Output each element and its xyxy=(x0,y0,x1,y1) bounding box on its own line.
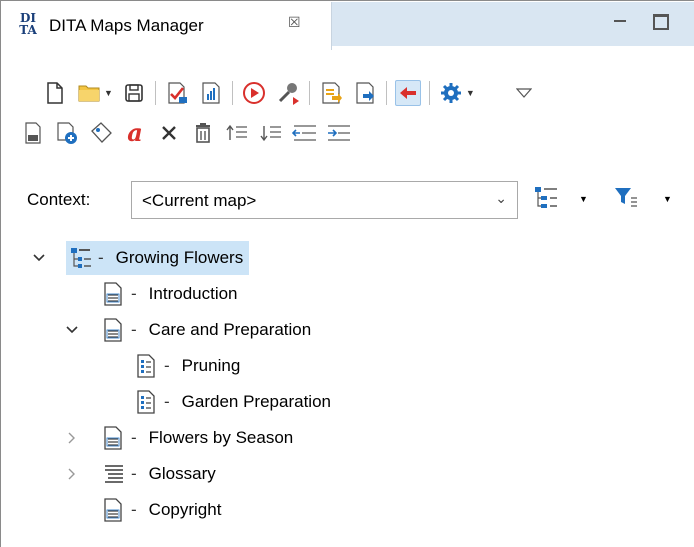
new-file-icon[interactable] xyxy=(42,80,68,106)
promote-icon[interactable] xyxy=(292,120,318,146)
toolbar: ▼ ▼ a xyxy=(2,67,694,147)
save-icon[interactable] xyxy=(121,80,147,106)
open-folder-icon[interactable] xyxy=(76,80,102,106)
context-label: Context: xyxy=(27,190,91,209)
tree-node[interactable]: - Glossary xyxy=(99,457,222,491)
node-separator: - xyxy=(131,428,137,447)
tab-title: DITA Maps Manager xyxy=(49,16,204,35)
node-separator: - xyxy=(131,464,137,483)
topic-icon xyxy=(103,318,125,342)
chevron-right-icon[interactable] xyxy=(65,467,79,481)
node-separator: - xyxy=(98,248,104,267)
validate-icon[interactable] xyxy=(164,80,190,106)
report-icon[interactable] xyxy=(198,80,224,106)
rename-icon[interactable]: a xyxy=(122,120,148,146)
tree-node[interactable]: - Introduction xyxy=(99,277,244,311)
topic-icon xyxy=(103,426,125,450)
tab-dita-maps-manager[interactable]: DI TA DITA Maps Manager ☒ xyxy=(2,2,332,50)
tree-node[interactable]: - Growing Flowers xyxy=(66,241,250,275)
tree-node-label: Glossary xyxy=(148,464,216,483)
topic-icon xyxy=(103,498,125,522)
demote-icon[interactable] xyxy=(326,120,352,146)
tree-node[interactable]: - Care and Preparation xyxy=(99,313,317,347)
tree-node[interactable]: - Copyright xyxy=(99,493,227,527)
tree-node[interactable]: - Pruning xyxy=(132,349,246,383)
close-icon[interactable]: ☒ xyxy=(288,14,301,31)
filter-icon[interactable] xyxy=(613,185,639,211)
show-outline-icon[interactable] xyxy=(533,185,559,211)
toolbar-separator xyxy=(308,81,310,105)
configure-transform-icon[interactable] xyxy=(275,80,301,106)
maximize-icon[interactable] xyxy=(653,14,669,30)
settings-icon[interactable] xyxy=(438,80,464,106)
tree-node-label: Copyright xyxy=(148,500,222,519)
toolbar-row-2: a xyxy=(20,117,360,149)
node-separator: - xyxy=(131,320,137,339)
chevron-down-icon[interactable]: ▼ xyxy=(663,194,672,204)
toolbar-separator xyxy=(154,81,156,105)
minimize-icon[interactable] xyxy=(614,20,626,23)
view-menu-icon[interactable] xyxy=(511,80,537,106)
chevron-down-icon[interactable]: ▼ xyxy=(579,194,588,204)
tree-node[interactable]: - Flowers by Season xyxy=(99,421,299,455)
insert-keydef-icon[interactable] xyxy=(88,120,114,146)
topic-icon xyxy=(103,282,125,306)
toolbar-separator xyxy=(385,81,387,105)
task-icon xyxy=(136,390,158,414)
move-down-icon[interactable] xyxy=(258,120,284,146)
move-up-icon[interactable] xyxy=(224,120,250,146)
dita-logo-icon: DI TA xyxy=(19,11,37,37)
open-in-editor-icon[interactable] xyxy=(318,80,344,106)
chevron-down-icon: ⌄ xyxy=(495,190,507,206)
tree-node-label: Flowers by Season xyxy=(148,428,294,447)
node-separator: - xyxy=(164,392,170,411)
tree-node-label: Care and Preparation xyxy=(148,320,312,339)
task-icon xyxy=(136,354,158,378)
delete-icon[interactable] xyxy=(156,120,182,146)
insert-reference-icon[interactable] xyxy=(54,120,80,146)
chevron-down-icon[interactable] xyxy=(32,251,46,265)
view-tab-bar: DI TA DITA Maps Manager ☒ xyxy=(2,2,694,50)
chevron-down-icon[interactable]: ▼ xyxy=(466,88,475,98)
dita-maps-manager-view: DI TA DITA Maps Manager ☒ ▼ ▼ a Context:… xyxy=(0,0,694,547)
transform-run-icon[interactable] xyxy=(241,80,267,106)
link-with-editor-icon[interactable] xyxy=(394,80,421,106)
tree-node-label: Growing Flowers xyxy=(115,248,244,267)
context-value: <Current map> xyxy=(142,191,257,210)
toolbar-row-1: ▼ ▼ xyxy=(42,77,545,109)
toolbar-separator xyxy=(428,81,430,105)
tree-node-label: Introduction xyxy=(148,284,238,303)
node-separator: - xyxy=(131,500,137,519)
link-out-icon[interactable] xyxy=(352,80,378,106)
glossary-icon xyxy=(103,462,125,486)
toolbar-separator xyxy=(231,81,233,105)
insert-topic-icon[interactable] xyxy=(20,120,46,146)
tree-node-label: Pruning xyxy=(181,356,241,375)
tree-node[interactable]: - Garden Preparation xyxy=(132,385,337,419)
chevron-down-icon[interactable] xyxy=(65,323,79,337)
context-select[interactable]: <Current map> ⌄ xyxy=(131,181,518,219)
chevron-right-icon[interactable] xyxy=(65,431,79,445)
remove-icon[interactable] xyxy=(190,120,216,146)
tree-node-label: Garden Preparation xyxy=(181,392,331,411)
node-separator: - xyxy=(164,356,170,375)
node-separator: - xyxy=(131,284,137,303)
chevron-down-icon[interactable]: ▼ xyxy=(104,88,113,98)
map-icon xyxy=(70,246,92,270)
